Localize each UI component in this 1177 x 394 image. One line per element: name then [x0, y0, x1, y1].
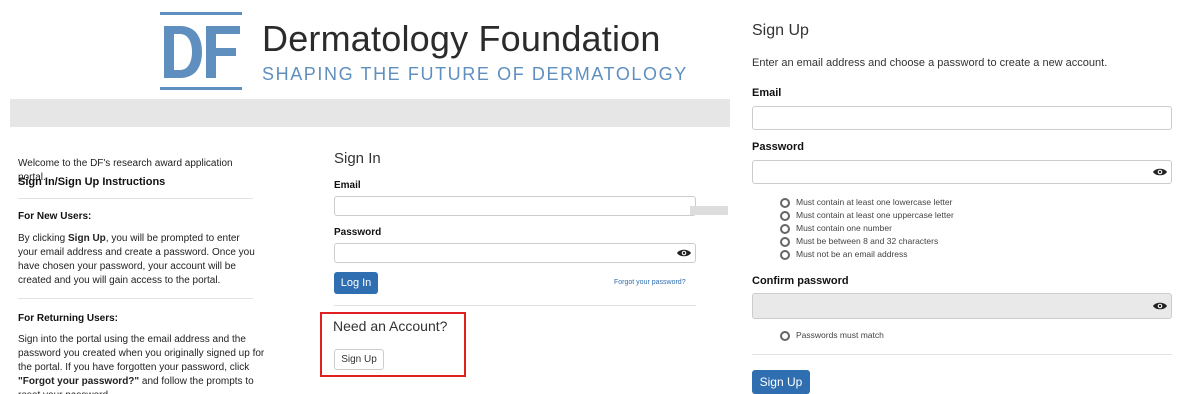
circle-icon [780, 249, 790, 260]
logo-title: Dermatology Foundation [262, 18, 661, 59]
signup-submit-button[interactable]: Sign Up [752, 370, 810, 394]
instructions-heading: Sign In/Sign Up Instructions [18, 176, 166, 188]
password-rule: Must contain one number [780, 222, 954, 235]
signup-email-label: Email [752, 87, 782, 99]
eye-icon[interactable] [1153, 300, 1167, 312]
password-rule: Must contain at least one uppercase lett… [780, 209, 954, 222]
returning-users-heading: For Returning Users: [18, 313, 119, 324]
signup-form-title: Sign Up [752, 22, 809, 39]
need-account-heading: Need an Account? [333, 318, 448, 334]
password-rules-list: Must contain at least one lowercase lett… [780, 196, 954, 261]
password-rule: Must contain at least one lowercase lett… [780, 196, 954, 209]
circle-icon [780, 330, 790, 341]
password-rule: Must be between 8 and 32 characters [780, 235, 954, 248]
new-users-text: By clicking Sign Up, you will be prompte… [18, 233, 255, 286]
logo-tagline: SHAPING THE FUTURE OF DERMATOLOGY [262, 64, 688, 84]
circle-icon [780, 197, 790, 208]
email-input[interactable] [334, 196, 696, 216]
signup-description: Enter an email address and choose a pass… [752, 57, 1108, 69]
password-input[interactable] [334, 243, 696, 263]
password-match-rule: Passwords must match [780, 329, 884, 342]
returning-users-text: Sign into the portal using the email add… [18, 334, 265, 394]
eye-icon[interactable] [677, 247, 691, 259]
forgot-password-link[interactable]: Forgot your password? [614, 279, 686, 286]
eye-icon[interactable] [1153, 166, 1167, 178]
circle-icon [780, 223, 790, 234]
df-logo-icon [160, 12, 242, 90]
new-users-heading: For New Users: [18, 211, 92, 222]
signup-email-input[interactable] [752, 106, 1172, 130]
divider [334, 305, 696, 306]
password-label: Password [334, 227, 382, 238]
email-label: Email [334, 180, 361, 191]
signup-button[interactable]: Sign Up [334, 349, 384, 370]
confirm-password-label: Confirm password [752, 275, 849, 287]
circle-icon [780, 210, 790, 221]
signup-password-input[interactable] [752, 160, 1172, 184]
signup-password-label: Password [752, 141, 804, 153]
confirm-password-input[interactable] [752, 293, 1172, 319]
divider [752, 354, 1172, 355]
signin-title: Sign In [334, 150, 381, 167]
login-button[interactable]: Log In [334, 272, 378, 294]
header-band [10, 99, 730, 127]
divider [18, 298, 253, 299]
password-rule: Must not be an email address [780, 248, 954, 261]
circle-icon [780, 236, 790, 247]
divider [18, 198, 253, 199]
input-overflow-fragment [690, 206, 728, 215]
